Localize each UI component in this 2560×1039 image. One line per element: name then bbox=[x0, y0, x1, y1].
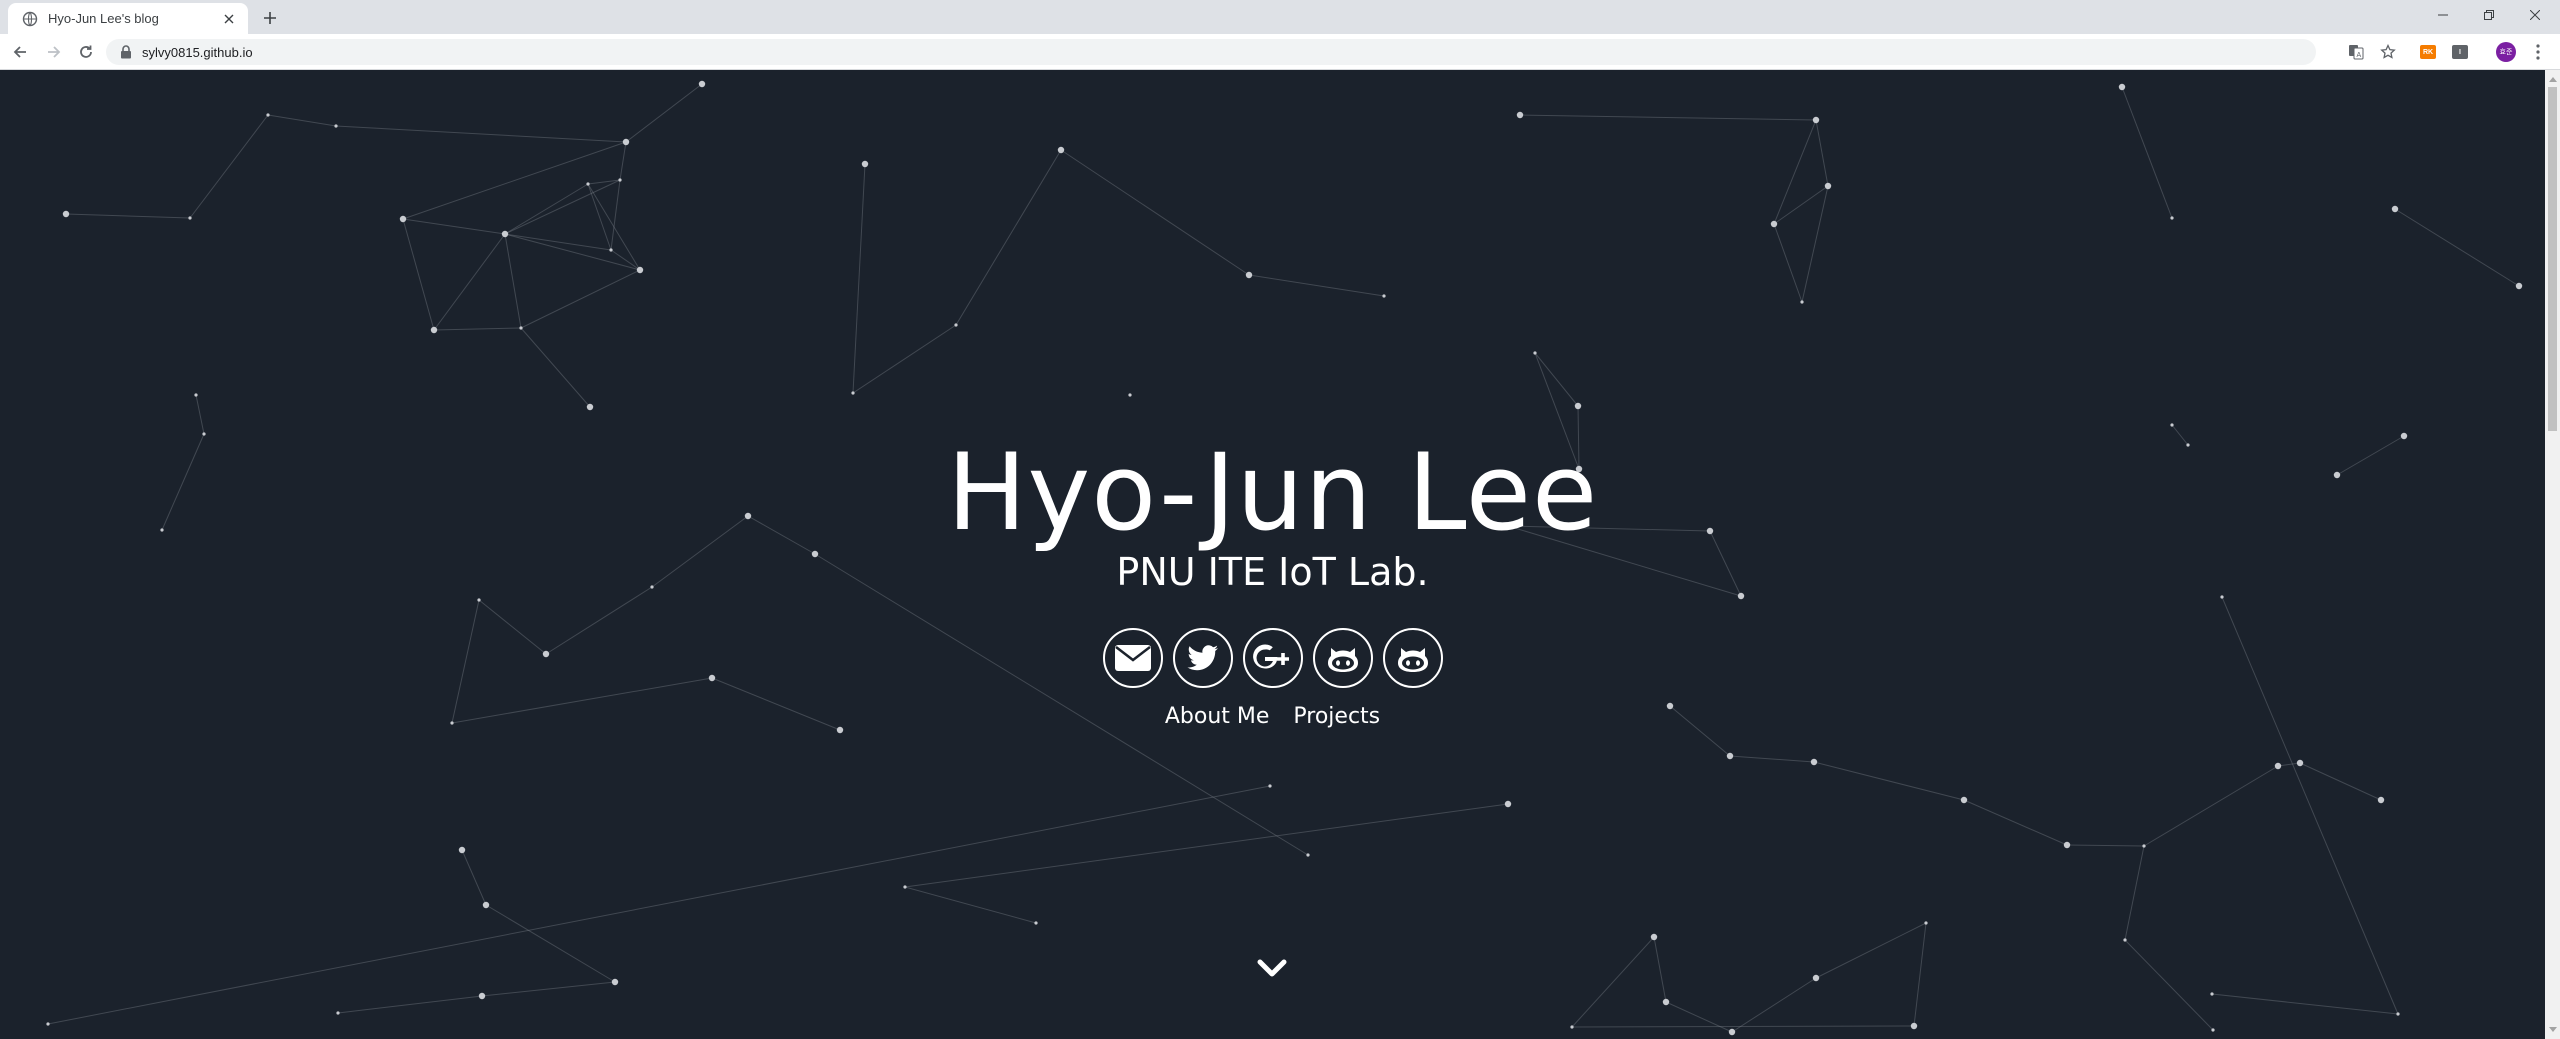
github-button[interactable] bbox=[1382, 628, 1443, 688]
twitter-icon bbox=[1186, 645, 1218, 671]
scroll-up-icon[interactable] bbox=[2548, 74, 2557, 83]
hero-section: Hyo-Jun Lee PNU ITE IoT Lab. About Me Pr… bbox=[0, 70, 2545, 1039]
browser-toolbar: sylvy0815.github.io A RK I 효준 bbox=[0, 34, 2560, 70]
google-plus-icon bbox=[1252, 644, 1289, 669]
nav-links: About Me Projects bbox=[0, 704, 2545, 729]
scrollbar-thumb[interactable] bbox=[2548, 87, 2557, 431]
tab-title: Hyo-Jun Lee's blog bbox=[48, 11, 159, 26]
github-icon bbox=[1327, 648, 1358, 672]
projects-link[interactable]: Projects bbox=[1293, 704, 1380, 729]
envelope-icon bbox=[1114, 645, 1151, 671]
site-title: Hyo-Jun Lee bbox=[946, 431, 1599, 554]
extension-rk-button[interactable]: RK bbox=[2418, 42, 2438, 62]
restore-icon bbox=[2484, 10, 2494, 20]
plus-icon bbox=[264, 12, 276, 24]
url-text: sylvy0815.github.io bbox=[142, 44, 253, 60]
reload-icon bbox=[80, 45, 92, 58]
extension-dark-button[interactable]: I bbox=[2450, 42, 2470, 62]
email-button[interactable] bbox=[1102, 628, 1163, 688]
scroll-down-arrow-icon[interactable] bbox=[2548, 1025, 2557, 1034]
bookmark-star-icon[interactable] bbox=[2378, 42, 2398, 62]
extension-rk-icon: RK bbox=[2420, 45, 2436, 59]
close-icon bbox=[2530, 10, 2540, 20]
minimize-button[interactable] bbox=[2420, 0, 2466, 30]
tab-strip: Hyo-Jun Lee's blog bbox=[0, 0, 2560, 34]
scroll-down-button[interactable] bbox=[1255, 954, 1289, 984]
minimize-icon bbox=[2438, 14, 2448, 16]
close-icon[interactable] bbox=[220, 10, 238, 28]
address-bar[interactable]: sylvy0815.github.io bbox=[106, 39, 2316, 65]
back-button[interactable] bbox=[8, 40, 32, 64]
new-tab-button[interactable] bbox=[258, 6, 282, 30]
page-viewport: Hyo-Jun Lee PNU ITE IoT Lab. About Me Pr… bbox=[0, 70, 2545, 1039]
about-me-link[interactable]: About Me bbox=[1165, 704, 1270, 729]
google-plus-button[interactable] bbox=[1242, 628, 1303, 688]
arrow-right-icon bbox=[48, 46, 61, 58]
menu-button[interactable] bbox=[2528, 42, 2548, 62]
chevron-down-icon bbox=[1257, 959, 1287, 977]
translate-icon[interactable]: A bbox=[2346, 42, 2366, 62]
lock-icon bbox=[120, 45, 132, 59]
profile-button[interactable]: 효준 bbox=[2496, 42, 2516, 62]
globe-icon bbox=[22, 11, 38, 27]
extension-dark-icon: I bbox=[2452, 45, 2468, 59]
restore-button[interactable] bbox=[2466, 0, 2512, 30]
github-icon bbox=[1397, 648, 1428, 672]
arrow-left-icon bbox=[13, 46, 26, 58]
page-scrollbar[interactable] bbox=[2545, 70, 2560, 1039]
close-window-button[interactable] bbox=[2512, 0, 2558, 30]
browser-tab[interactable]: Hyo-Jun Lee's blog bbox=[8, 3, 248, 34]
forward-button[interactable] bbox=[42, 40, 66, 64]
svg-text:A: A bbox=[2357, 52, 2362, 59]
site-subtitle: PNU ITE IoT Lab. bbox=[1116, 550, 1429, 594]
kebab-menu-icon bbox=[2536, 44, 2540, 60]
twitter-button[interactable] bbox=[1172, 628, 1233, 688]
avatar: 효준 bbox=[2496, 42, 2516, 62]
social-links bbox=[0, 628, 2545, 688]
reload-button[interactable] bbox=[74, 40, 98, 64]
github-button[interactable] bbox=[1312, 628, 1373, 688]
